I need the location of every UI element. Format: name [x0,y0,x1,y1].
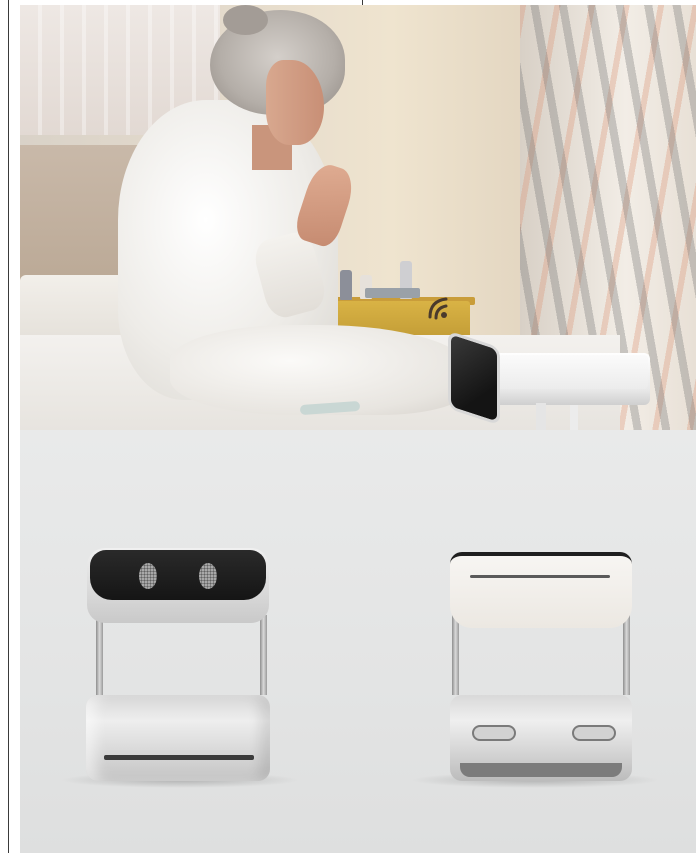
device-head-back [450,552,632,628]
device-arm [452,615,459,695]
lifestyle-photo [20,5,696,430]
sensor-eye [199,563,217,589]
frame-line [8,0,9,853]
device-slot [104,755,254,760]
device-base-front [86,695,270,781]
device-screen [90,550,266,600]
device-top [498,355,648,389]
wifi-icon [428,297,448,320]
tray [365,288,420,298]
device-base-bottom [460,763,622,777]
product-panel [20,430,696,853]
device-arm [96,615,103,695]
sensor-eye [139,563,157,589]
vent [472,725,516,741]
vent [572,725,616,741]
hair-bun [223,5,268,35]
device-screen [448,330,500,426]
bottle [340,270,352,300]
device-arm [260,615,267,695]
device-stand [570,405,578,430]
device-slit [470,575,610,578]
device-arm [623,615,630,695]
device-stand [536,403,546,430]
robe-lap [170,325,470,415]
